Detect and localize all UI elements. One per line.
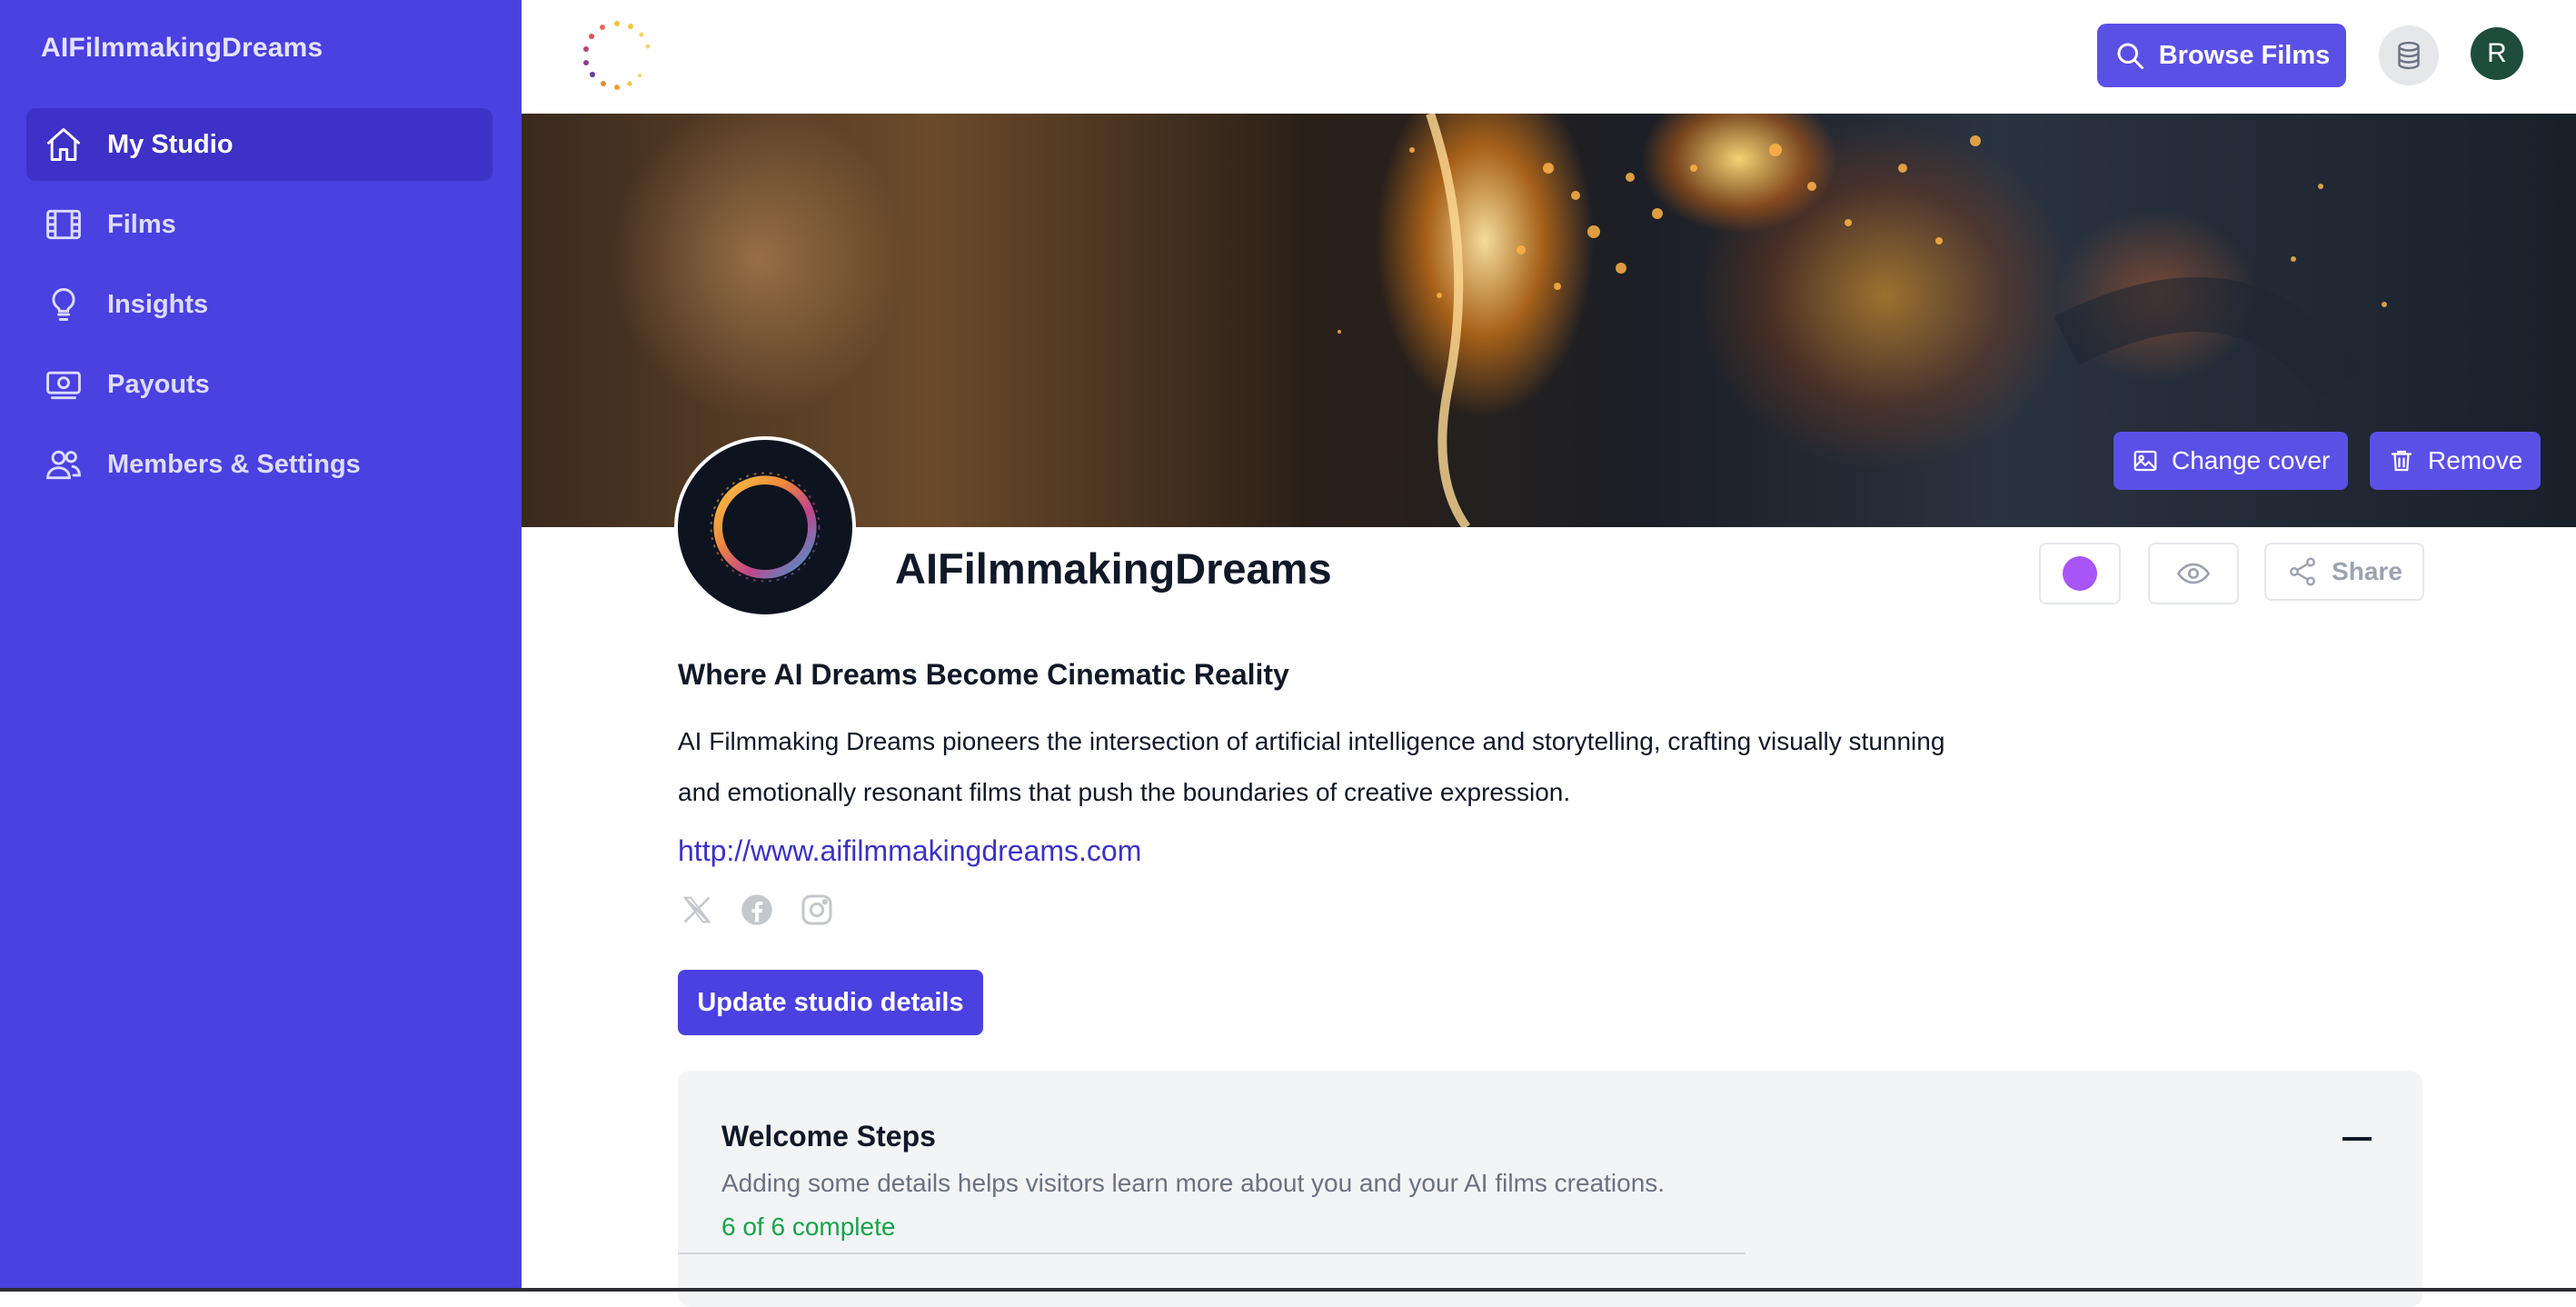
share-label: Share [2332,557,2402,585]
studio-tagline: Where AI Dreams Become Cinematic Reality [678,658,1289,691]
studio-logo [678,440,852,614]
database-icon [2398,41,2420,70]
sidebar-item-payouts[interactable]: Payouts [26,348,492,421]
trash-icon [2391,450,2412,472]
sidebar-item-label: My Studio [107,129,234,159]
facebook-icon[interactable] [738,891,776,929]
x-icon[interactable] [678,891,716,929]
change-cover-button[interactable]: Change cover [2114,432,2349,490]
welcome-steps-card: Welcome Steps Adding some details helps … [678,1071,2422,1307]
update-studio-details-button[interactable]: Update studio details [678,970,983,1035]
sidebar-brand[interactable]: AIFilmmakingDreams [41,33,323,64]
instagram-icon[interactable] [798,891,836,929]
browse-films-label: Browse Films [2158,40,2331,70]
studio-website-link[interactable]: http://www.aifilmmakingdreams.com [678,834,1141,868]
top-bar: Browse Films R [522,0,2576,114]
users-icon [42,443,85,486]
studio-description: AI Filmmaking Dreams pioneers the inters… [678,727,1945,806]
studio-name: AIFilmmakingDreams [895,544,1332,593]
sidebar-item-label: Members & Settings [107,449,361,479]
window-bottom-edge [0,1288,2576,1292]
sidebar-nav: My Studio Films Insights Payouts Members… [26,108,492,508]
change-cover-label: Change cover [2172,446,2331,474]
theme-color-swatch [2063,556,2097,591]
loading-spinner-logo [578,16,656,95]
image-icon [2133,450,2157,472]
share-button[interactable]: Share [2264,543,2424,601]
eye-icon [2176,563,2211,584]
sidebar-item-label: Films [107,209,176,239]
lightbulb-icon [42,283,85,326]
film-icon [42,203,85,246]
user-avatar[interactable]: R [2471,27,2523,80]
remove-cover-button[interactable]: Remove [2370,432,2541,490]
theme-color-button[interactable] [2039,543,2121,604]
sidebar-item-label: Payouts [107,369,210,399]
remove-cover-label: Remove [2428,446,2523,474]
preview-button[interactable] [2148,543,2239,604]
welcome-steps-title: Welcome Steps [721,1120,936,1152]
welcome-steps-progress: 6 of 6 complete [721,1212,896,1241]
collapse-button[interactable] [2342,1136,2375,1142]
search-icon [2117,43,2143,69]
cash-icon [42,363,85,406]
home-icon [42,123,85,166]
welcome-steps-subtitle: Adding some details helps visitors learn… [721,1169,1666,1197]
sidebar-item-films[interactable]: Films [26,188,492,261]
studio-avatar[interactable] [674,436,856,618]
share-icon [2290,557,2316,586]
sidebar: AIFilmmakingDreams My Studio Films Insig… [0,0,522,1292]
sidebar-item-my-studio[interactable]: My Studio [26,108,492,181]
sidebar-item-insights[interactable]: Insights [26,268,492,341]
welcome-steps-divider [678,1252,1746,1254]
sidebar-item-label: Insights [107,289,209,319]
browse-films-button[interactable]: Browse Films [2097,24,2346,87]
minus-icon [2342,1137,2372,1141]
sidebar-item-members-settings[interactable]: Members & Settings [26,428,492,501]
social-links [678,891,836,929]
credits-button[interactable] [2379,25,2439,85]
